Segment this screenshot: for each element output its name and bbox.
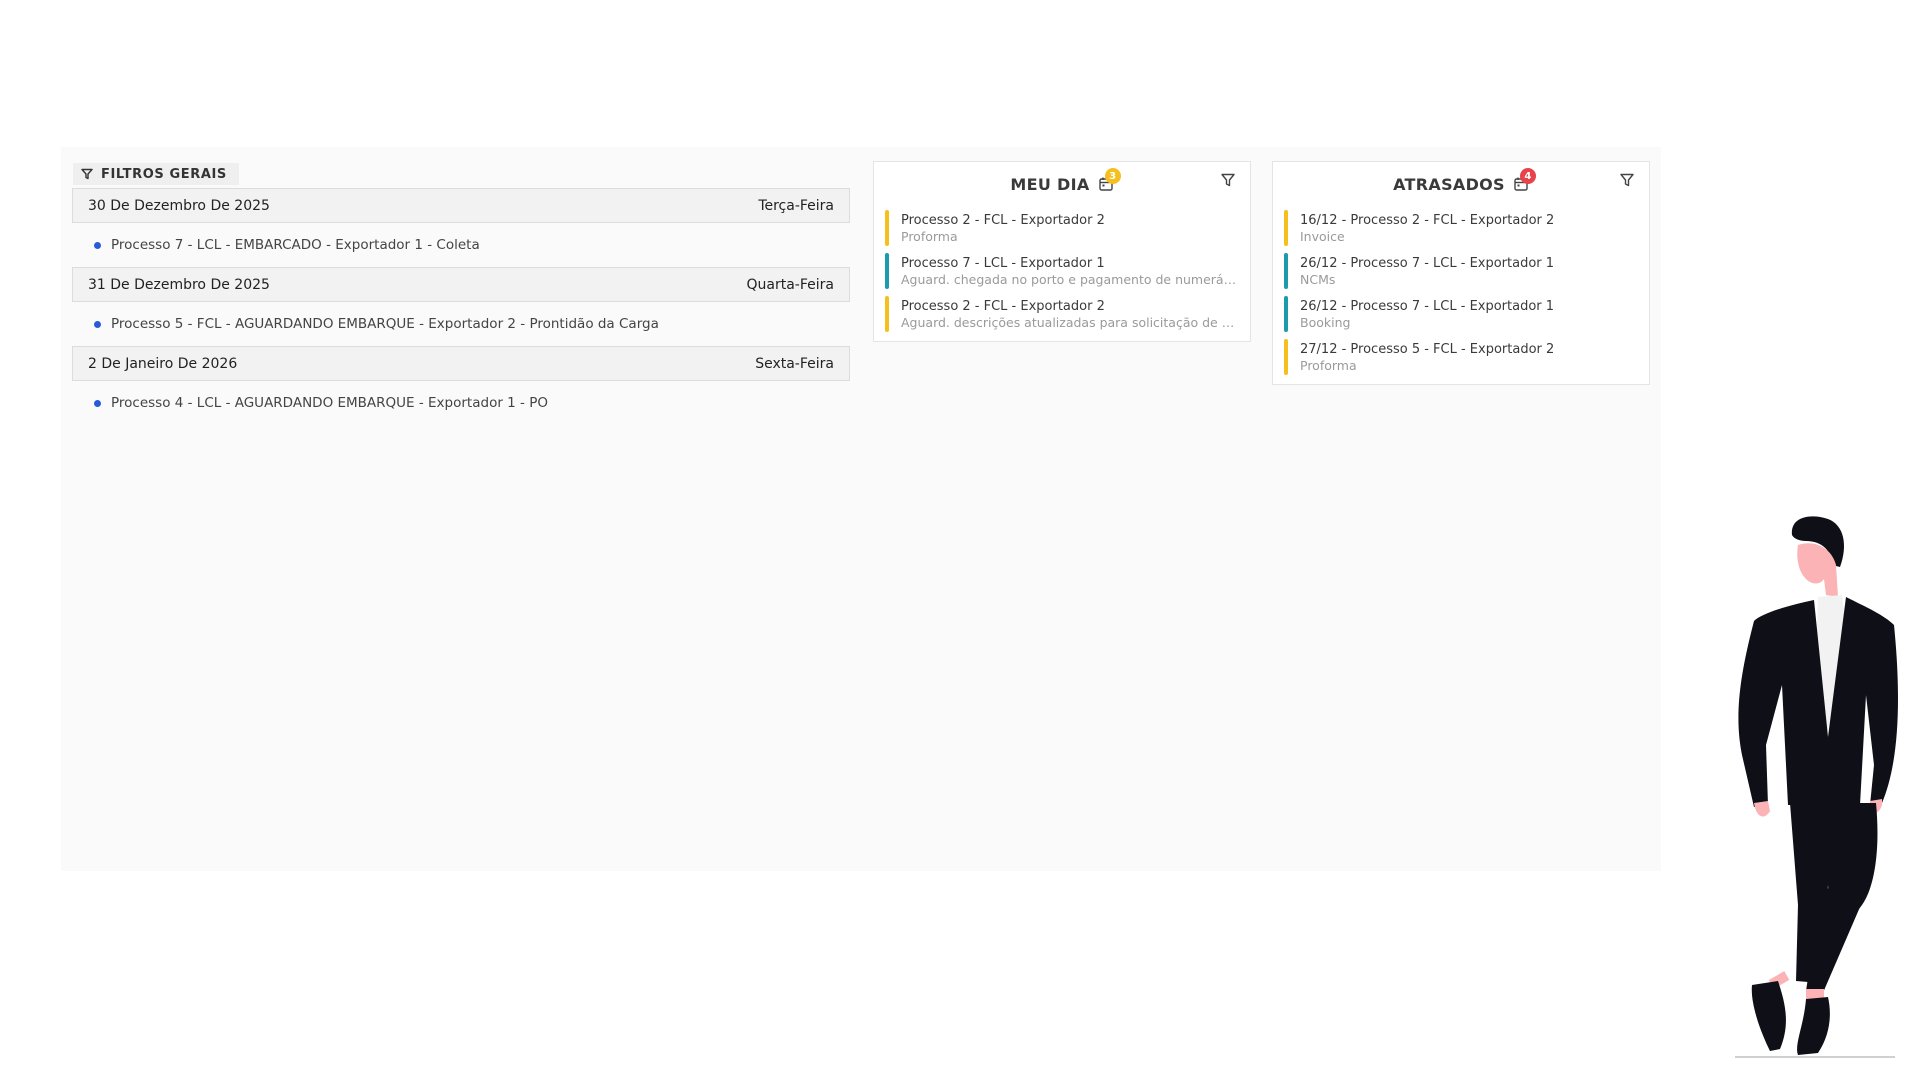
my-day-calendar[interactable]: 3 — [1098, 168, 1121, 192]
general-filters-button[interactable]: FILTROS GERAIS — [73, 163, 239, 185]
day-date: 31 De Dezembro De 2025 — [88, 276, 270, 293]
agenda-event-text: Processo 7 - LCL - EMBARCADO - Exportado… — [111, 237, 480, 253]
day-header: 30 De Dezembro De 2025 Terça-Feira — [72, 188, 850, 223]
my-day-header: MEU DIA 3 — [874, 162, 1250, 206]
task-title: Processo 7 - LCL - Exportador 1 — [901, 256, 1105, 271]
agenda-event[interactable]: Processo 5 - FCL - AGUARDANDO EMBARQUE -… — [72, 302, 850, 346]
task-title: 16/12 - Processo 2 - FCL - Exportador 2 — [1300, 213, 1555, 228]
my-day-filter-button[interactable] — [1220, 172, 1236, 188]
task-item[interactable]: Processo 2 - FCL - Exportador 2 Aguard. … — [874, 292, 1250, 335]
task-subtitle: Proforma — [1300, 358, 1357, 373]
day-header: 31 De Dezembro De 2025 Quarta-Feira — [72, 267, 850, 302]
event-dot-icon — [94, 399, 101, 407]
task-item[interactable]: 27/12 - Processo 5 - FCL - Exportador 2 … — [1273, 335, 1649, 378]
day-weekday: Quarta-Feira — [746, 276, 834, 293]
overdue-title: ATRASADOS — [1393, 174, 1505, 194]
event-dot-icon — [94, 320, 101, 328]
task-color-bar — [1284, 339, 1288, 375]
task-color-bar — [885, 253, 889, 289]
filter-icon — [1620, 173, 1634, 187]
task-item[interactable]: 26/12 - Processo 7 - LCL - Exportador 1 … — [1273, 249, 1649, 292]
filter-icon — [1221, 173, 1235, 187]
task-subtitle: NCMs — [1300, 272, 1336, 287]
agenda-event-text: Processo 4 - LCL - AGUARDANDO EMBARQUE -… — [111, 395, 548, 411]
task-color-bar — [1284, 210, 1288, 246]
task-color-bar — [1284, 253, 1288, 289]
task-title: Processo 2 - FCL - Exportador 2 — [901, 213, 1105, 228]
task-title: Processo 2 - FCL - Exportador 2 — [901, 299, 1105, 314]
task-subtitle: Invoice — [1300, 229, 1345, 244]
my-day-count-badge: 3 — [1104, 168, 1121, 184]
main-panel: FILTROS GERAIS 30 De Dezembro De 2025 Te… — [61, 147, 1661, 871]
overdue-card: ATRASADOS 4 16/12 - Processo 2 - FCL - E… — [1272, 161, 1650, 385]
task-title: 26/12 - Processo 7 - LCL - Exportador 1 — [1300, 299, 1555, 314]
filter-icon — [81, 168, 93, 180]
task-subtitle: Aguard. descrições atualizadas para soli… — [901, 315, 1238, 330]
task-subtitle: Booking — [1300, 315, 1351, 330]
day-header: 2 De Janeiro De 2026 Sexta-Feira — [72, 346, 850, 381]
day-date: 2 De Janeiro De 2026 — [88, 355, 238, 372]
day-weekday: Sexta-Feira — [755, 355, 834, 372]
agenda-event[interactable]: Processo 4 - LCL - AGUARDANDO EMBARQUE -… — [72, 381, 850, 425]
my-day-title: MEU DIA — [1010, 174, 1090, 194]
agenda-event-text: Processo 5 - FCL - AGUARDANDO EMBARQUE -… — [111, 316, 659, 332]
task-item[interactable]: 26/12 - Processo 7 - LCL - Exportador 1 … — [1273, 292, 1649, 335]
overdue-count-badge: 4 — [1519, 168, 1536, 184]
task-title: 26/12 - Processo 7 - LCL - Exportador 1 — [1300, 256, 1555, 271]
event-dot-icon — [94, 241, 101, 249]
businessman-illustration — [1735, 516, 1898, 1058]
day-weekday: Terça-Feira — [758, 197, 834, 214]
task-title: 27/12 - Processo 5 - FCL - Exportador 2 — [1300, 342, 1555, 357]
task-item[interactable]: 16/12 - Processo 2 - FCL - Exportador 2 … — [1273, 206, 1649, 249]
my-day-card: MEU DIA 3 Processo 2 - FCL - Exportador — [873, 161, 1251, 342]
task-item[interactable]: Processo 7 - LCL - Exportador 1 Aguard. … — [874, 249, 1250, 292]
task-color-bar — [1284, 296, 1288, 332]
task-color-bar — [885, 296, 889, 332]
task-item[interactable]: Processo 2 - FCL - Exportador 2 Proforma — [874, 206, 1250, 249]
task-subtitle: Aguard. chegada no porto e pagamento de … — [901, 272, 1238, 287]
overdue-header: ATRASADOS 4 — [1273, 162, 1649, 206]
general-filters-label: FILTROS GERAIS — [101, 166, 227, 182]
day-date: 30 De Dezembro De 2025 — [88, 197, 270, 214]
overdue-filter-button[interactable] — [1619, 172, 1635, 188]
task-color-bar — [885, 210, 889, 246]
agenda-event[interactable]: Processo 7 - LCL - EMBARCADO - Exportado… — [72, 223, 850, 267]
overdue-calendar[interactable]: 4 — [1513, 168, 1536, 192]
task-subtitle: Proforma — [901, 229, 958, 244]
agenda-list: 30 De Dezembro De 2025 Terça-Feira Proce… — [72, 188, 850, 425]
